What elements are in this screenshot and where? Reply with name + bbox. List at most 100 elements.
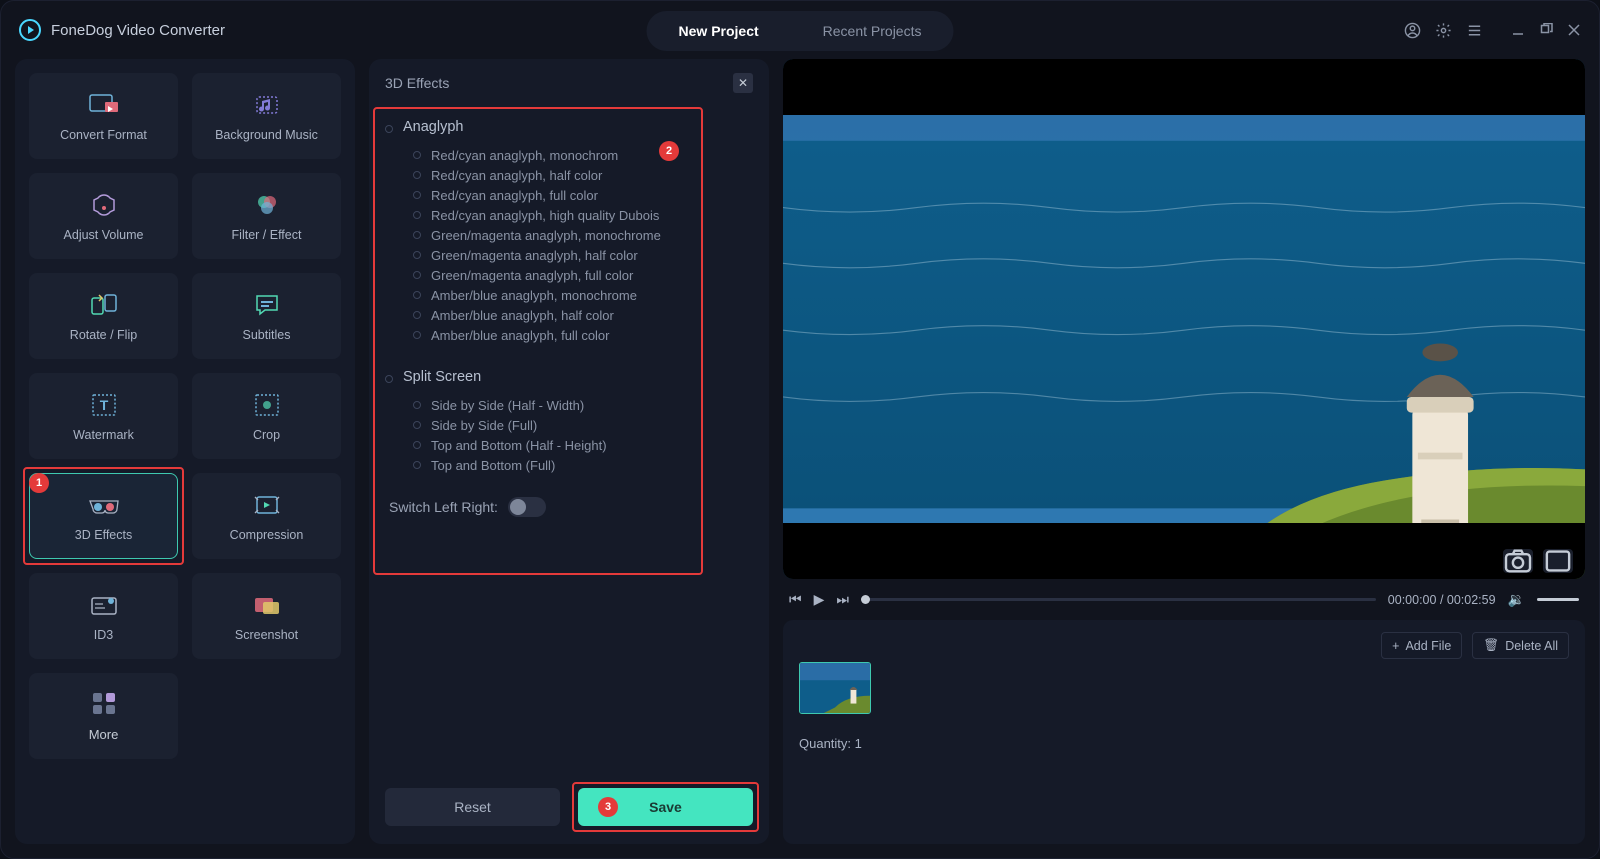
minimize-button[interactable] [1511,23,1525,37]
split-section-head[interactable]: Split Screen [385,363,753,395]
anaglyph-option[interactable]: Amber/blue anaglyph, half color [385,305,753,325]
tab-recent-projects[interactable]: Recent Projects [791,11,954,51]
anaglyph-option[interactable]: Red/cyan anaglyph, half color [385,165,753,185]
seek-bar[interactable] [861,598,1376,601]
letterbox [783,523,1585,579]
convert-icon [87,90,121,120]
title-bar: FoneDog Video Converter New Project Rece… [1,1,1599,59]
rotate-icon [89,290,119,320]
app-title: FoneDog Video Converter [51,22,225,39]
maximize-button[interactable] [1539,23,1553,37]
project-tabs: New Project Recent Projects [647,11,954,51]
play-button[interactable]: ▶ [814,591,825,608]
prev-frame-button[interactable]: ⏮ [789,591,802,608]
add-file-button[interactable]: +Add File [1381,632,1462,659]
anaglyph-title: Anaglyph [403,119,463,135]
panel-close-button[interactable]: ✕ [733,73,753,93]
player-controls: ⏮ ▶ ⏭ 00:00:00 / 00:02:59 🔉 [783,591,1585,608]
anaglyph-option[interactable]: Green/magenta anaglyph, full color [385,265,753,285]
reset-button[interactable]: Reset [385,788,560,826]
menu-icon[interactable] [1466,22,1483,39]
tool-subtitles[interactable]: Subtitles [192,273,341,359]
anaglyph-option[interactable]: Red/cyan anaglyph, full color [385,185,753,205]
music-icon [253,90,281,120]
quantity-label: Quantity: 1 [799,736,1569,751]
app-logo [19,19,41,41]
tool-watermark[interactable]: T Watermark [29,373,178,459]
id3-icon [89,590,119,620]
video-preview [783,59,1585,579]
file-list-panel: +Add File 🗑Delete All Quantity: 1 [783,620,1585,844]
tool-screenshot[interactable]: Screenshot [192,573,341,659]
radio-icon [413,331,421,339]
tool-id3[interactable]: ID3 [29,573,178,659]
radio-icon [413,151,421,159]
tool-label: ID3 [94,628,113,642]
compress-icon [252,490,282,520]
radio-icon [413,171,421,179]
radio-icon [385,125,393,133]
tab-new-project[interactable]: New Project [647,11,791,51]
save-button[interactable]: 3 Save [578,788,753,826]
tool-label: Adjust Volume [64,228,144,242]
tool-more[interactable]: More [29,673,178,759]
split-option[interactable]: Side by Side (Full) [385,415,753,435]
radio-icon [413,311,421,319]
file-thumbnail[interactable] [799,662,871,714]
callout-badge-1: 1 [29,473,49,493]
anaglyph-option[interactable]: Red/cyan anaglyph, high quality Dubois [385,205,753,225]
tool-background-music[interactable]: Background Music [192,73,341,159]
radio-icon [413,401,421,409]
tool-label: Background Music [215,128,318,142]
volume-slider[interactable] [1537,598,1579,601]
time-display: 00:00:00 / 00:02:59 [1388,593,1496,607]
snapshot-button[interactable] [1503,549,1533,573]
anaglyph-option[interactable]: Green/magenta anaglyph, half color [385,245,753,265]
tool-label: Convert Format [60,128,147,142]
tool-rotate-flip[interactable]: Rotate / Flip [29,273,178,359]
subtitles-icon [253,290,281,320]
split-option[interactable]: Side by Side (Half - Width) [385,395,753,415]
radio-icon [413,231,421,239]
close-button[interactable] [1567,23,1581,37]
svg-text:T: T [99,397,108,413]
anaglyph-option[interactable]: Red/cyan anaglyph, monochrom [385,145,753,165]
next-frame-button[interactable]: ⏭ [836,591,849,608]
fullscreen-button[interactable] [1543,549,1573,573]
app-window: FoneDog Video Converter New Project Rece… [0,0,1600,859]
radio-icon [413,191,421,199]
volume-icon[interactable]: 🔉 [1508,591,1525,608]
volume-icon [90,190,118,220]
tool-label: Watermark [73,428,134,442]
trash-icon: 🗑 [1483,638,1499,653]
tool-crop[interactable]: Crop [192,373,341,459]
delete-all-button[interactable]: 🗑Delete All [1472,632,1569,659]
radio-icon [413,291,421,299]
watermark-icon: T [90,390,118,420]
switch-left-right-toggle[interactable] [508,497,546,517]
settings-icon[interactable] [1435,22,1452,39]
anaglyph-option[interactable]: Amber/blue anaglyph, monochrome [385,285,753,305]
account-icon[interactable] [1404,22,1421,39]
callout-badge-3: 3 [598,797,618,817]
switch-left-right-label: Switch Left Right: [389,499,498,515]
tool-convert-format[interactable]: Convert Format [29,73,178,159]
tool-label: Subtitles [243,328,291,342]
screenshot-icon [252,590,282,620]
3d-glasses-icon [87,490,121,520]
tool-compression[interactable]: Compression [192,473,341,559]
tool-adjust-volume[interactable]: Adjust Volume [29,173,178,259]
tool-label: Crop [253,428,280,442]
radio-icon [413,251,421,259]
anaglyph-section-head[interactable]: Anaglyph [385,113,753,145]
anaglyph-option[interactable]: Green/magenta anaglyph, monochrome [385,225,753,245]
effects-panel: 3D Effects ✕ 2 Anaglyph Red/cyan anaglyp… [369,59,769,844]
split-option[interactable]: Top and Bottom (Full) [385,455,753,475]
radio-icon [385,375,393,383]
tool-filter-effect[interactable]: Filter / Effect [192,173,341,259]
tool-3d-effects[interactable]: 3D Effects 1 [29,473,178,559]
anaglyph-option[interactable]: Amber/blue anaglyph, full color [385,325,753,345]
tools-sidebar: Convert Format Background Music Adjust V… [15,59,355,844]
split-option[interactable]: Top and Bottom (Half - Height) [385,435,753,455]
tool-label: Screenshot [235,628,298,642]
